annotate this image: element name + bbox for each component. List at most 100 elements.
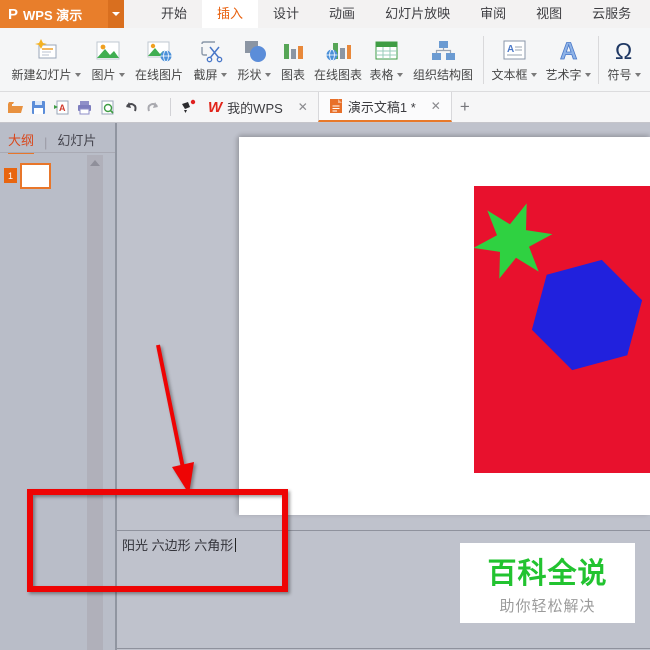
- chart-button[interactable]: 图表: [276, 33, 310, 89]
- close-icon[interactable]: ✕: [431, 99, 441, 113]
- table-button[interactable]: 表格: [366, 33, 406, 89]
- online-chart-icon: [323, 33, 353, 66]
- open-folder-button[interactable]: [5, 95, 26, 119]
- wps-logo-icon: P: [8, 5, 19, 23]
- print-preview-button[interactable]: [97, 95, 118, 119]
- tab-outline[interactable]: 大纲: [8, 130, 35, 154]
- chevron-down-icon: [584, 72, 591, 77]
- presentation-file-icon: [329, 99, 342, 113]
- org-chart-label: 组织结构图: [412, 68, 473, 82]
- slide-number-badge: 1: [4, 168, 17, 183]
- watermark-subtitle: 助你轻松解决: [499, 598, 596, 615]
- tab-insert[interactable]: 插入: [202, 0, 259, 28]
- app-title: WPS 演示: [23, 7, 83, 23]
- paint-tool-dropdown[interactable]: [177, 95, 198, 119]
- annotation-arrow-line: [156, 344, 185, 469]
- org-chart-button[interactable]: 组织结构图: [406, 33, 480, 89]
- notes-separator[interactable]: [117, 530, 650, 531]
- insert-ribbon: 新建幻灯片 图片 在线图片 截屏 形状 图表 在线图表 表格 组织结构图 A 文…: [0, 28, 650, 92]
- wordart-icon: A: [553, 33, 583, 66]
- screenshot-button[interactable]: 截屏: [188, 33, 232, 89]
- chevron-down-icon: [118, 72, 125, 77]
- wordart-button[interactable]: A 艺术字: [541, 33, 595, 89]
- undo-button[interactable]: [120, 95, 141, 119]
- tab-view[interactable]: 视图: [521, 0, 577, 28]
- panel-divider: [0, 152, 115, 153]
- picture-label: 图片: [91, 68, 116, 82]
- svg-text:A: A: [507, 44, 514, 55]
- textbox-label: 文本框: [491, 68, 528, 82]
- slide-thumbnail[interactable]: [20, 163, 51, 189]
- picture-button[interactable]: 图片: [86, 33, 130, 89]
- tab-cloud[interactable]: 云服务: [577, 0, 646, 28]
- shapes-icon: [239, 33, 269, 66]
- tab-slideshow[interactable]: 幻灯片放映: [370, 0, 465, 28]
- chart-label: 图表: [280, 68, 305, 82]
- symbol-button[interactable]: Ω 符号: [602, 33, 646, 89]
- new-slide-button[interactable]: 新建幻灯片: [6, 33, 86, 89]
- online-picture-icon: [144, 33, 174, 66]
- export-pdf-icon: A: [54, 100, 69, 114]
- online-picture-button[interactable]: 在线图片: [130, 33, 188, 89]
- text-cursor: [235, 538, 237, 552]
- online-chart-label: 在线图表: [313, 68, 362, 82]
- redo-button[interactable]: [143, 95, 164, 119]
- undo-icon: [126, 101, 137, 111]
- table-icon: [371, 33, 401, 66]
- print-icon: [78, 100, 91, 114]
- save-button[interactable]: [28, 95, 49, 119]
- online-chart-button[interactable]: 在线图表: [310, 33, 366, 89]
- screenshot-label: 截屏: [193, 68, 218, 82]
- tab-slides[interactable]: 幻灯片: [57, 130, 96, 154]
- toolbar-separator: [170, 98, 171, 116]
- close-icon[interactable]: ✕: [298, 100, 308, 114]
- tab-review[interactable]: 审阅: [465, 0, 521, 28]
- outline-slides-panel: 大纲 | 幻灯片 1: [0, 123, 115, 650]
- chevron-down-icon: [264, 72, 271, 77]
- tab-animation[interactable]: 动画: [314, 0, 370, 28]
- panel-scrollbar[interactable]: [87, 155, 103, 650]
- watermark-badge: 百科全说 助你轻松解决: [460, 543, 635, 623]
- ribbon-tab-bar: 开始 插入 设计 动画 幻灯片放映 审阅 视图 云服务: [146, 0, 646, 28]
- save-icon: [32, 100, 45, 114]
- wordart-label: 艺术字: [545, 68, 582, 82]
- chevron-down-icon: [634, 72, 641, 77]
- chevron-down-icon: [530, 72, 537, 77]
- chevron-down-icon: [112, 12, 120, 16]
- table-label: 表格: [369, 68, 394, 82]
- svg-text:A: A: [560, 38, 577, 65]
- textbox-icon: A: [499, 33, 529, 66]
- notes-input[interactable]: 阳光 六边形 六角形: [122, 535, 237, 554]
- shapes-button[interactable]: 形状: [232, 33, 276, 89]
- tab-home[interactable]: 开始: [146, 0, 202, 28]
- tab-presentation1[interactable]: 演示文稿1 * ✕: [317, 92, 452, 122]
- shapes-label: 形状: [237, 68, 262, 82]
- export-pdf-button[interactable]: A: [51, 95, 72, 119]
- new-document-tab-button[interactable]: +: [452, 92, 478, 122]
- tab-design[interactable]: 设计: [258, 0, 314, 28]
- new-slide-label: 新建幻灯片: [11, 68, 72, 82]
- print-button[interactable]: [74, 95, 95, 119]
- wps-logo[interactable]: P WPS 演示: [0, 0, 108, 28]
- chart-icon: [278, 33, 308, 66]
- tab-my-wps[interactable]: W 我的WPS ✕: [198, 92, 318, 122]
- svg-text:Ω: Ω: [615, 38, 632, 64]
- title-bar: P WPS 演示 开始 插入 设计 动画 幻灯片放映 审阅 视图 云服务: [0, 0, 650, 28]
- slide-thumbnail-item[interactable]: 1: [4, 163, 51, 189]
- workspace: 大纲 | 幻灯片 1 阳光 六边形 六角形 百科全说 助你轻松解决: [0, 123, 650, 650]
- online-picture-label: 在线图片: [134, 68, 183, 82]
- ribbon-group-separator: [483, 36, 484, 84]
- app-menu-dropdown[interactable]: [108, 0, 124, 28]
- tab-presentation1-label: 演示文稿1 *: [347, 99, 416, 115]
- org-chart-icon: [428, 33, 458, 66]
- textbox-button[interactable]: A 文本框: [487, 33, 541, 89]
- annotation-arrowhead: [172, 462, 194, 494]
- panel-splitter[interactable]: [115, 123, 117, 650]
- ribbon-group-separator: [598, 36, 599, 84]
- print-preview-icon: [101, 100, 114, 114]
- open-folder-icon: [8, 101, 23, 113]
- slide-canvas[interactable]: [239, 137, 650, 515]
- chevron-down-icon: [74, 72, 81, 77]
- screenshot-icon: [195, 33, 225, 66]
- redo-icon: [147, 101, 158, 111]
